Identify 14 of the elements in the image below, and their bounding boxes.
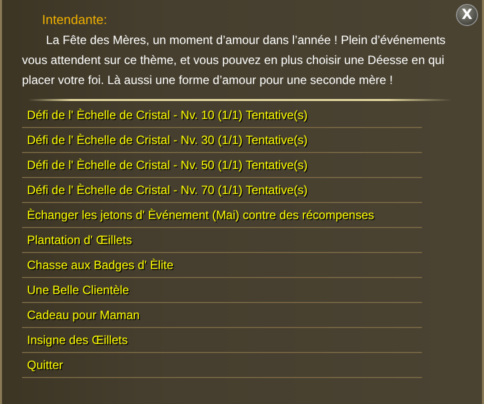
dialog-option[interactable]: Une Belle Clientèle	[22, 278, 422, 303]
dialog-option[interactable]: Chasse aux Badges d' Èlite	[22, 253, 422, 278]
dialog-message: La Fête des Mères, un moment d’amour dans l’année ! Plein d’événements vous attendent sur ce thème, et vous pouvez en plus choisir une Déesse en qui placer votre foi. Là aussi une forme d’amour pour une seconde mère !	[22, 32, 447, 89]
dialog-option[interactable]: Défi de l' Èchelle de Cristal - Nv. 50 (1/1) Tentative(s)	[22, 153, 422, 178]
dialog-option[interactable]: Èchanger les jetons d' Èvénement (Mai) contre des récompenses	[22, 203, 422, 228]
close-button[interactable]: X	[456, 4, 478, 26]
dialog-option[interactable]: Quitter	[22, 353, 422, 378]
dialog-option[interactable]: Défi de l' Èchelle de Cristal - Nv. 70 (1/1) Tentative(s)	[22, 178, 422, 203]
dialog-option[interactable]: Plantation d' Œillets	[22, 228, 422, 253]
dialog-option[interactable]: Cadeau pour Maman	[22, 303, 422, 328]
dialog-option[interactable]: Insigne des Œillets	[22, 328, 422, 353]
dialog-option[interactable]: Défi de l' Èchelle de Cristal - Nv. 30 (1/1) Tentative(s)	[22, 128, 422, 153]
dialog-option[interactable]: Défi de l' Èchelle de Cristal - Nv. 10 (1/1) Tentative(s)	[22, 103, 422, 128]
speaker-name: Intendante:	[41, 11, 108, 29]
